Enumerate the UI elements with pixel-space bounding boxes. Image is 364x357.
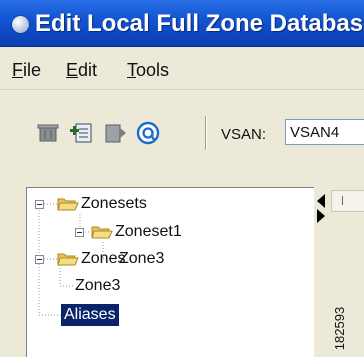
expander-zonesets[interactable] xyxy=(35,200,44,209)
tree-connector-lines xyxy=(38,203,117,316)
title-bar[interactable]: Edit Local Full Zone Database xyxy=(0,0,364,47)
column-divider xyxy=(342,196,343,205)
folder-open-icon xyxy=(91,226,113,239)
folder-open-icon xyxy=(57,198,79,211)
window-title: Edit Local Full Zone Database xyxy=(35,10,364,37)
tree-node-aliases[interactable]: Aliases xyxy=(61,304,119,326)
menu-edit[interactable]: Edit xyxy=(66,59,97,81)
vsan-label: VSAN: xyxy=(221,126,267,143)
edit-icon[interactable] xyxy=(104,121,128,145)
expand-right-icon[interactable] xyxy=(317,209,325,223)
tree-node-zoneset1[interactable]: Zoneset1 xyxy=(115,222,182,242)
toolbar: VSAN: VSAN4 xyxy=(0,90,364,168)
tree-node-zones-zone3[interactable]: Zone3 xyxy=(75,276,120,296)
expander-zones[interactable] xyxy=(35,255,44,264)
menu-file[interactable]: File xyxy=(12,59,41,81)
add-member-icon[interactable] xyxy=(69,121,93,145)
vsan-select[interactable]: VSAN4 xyxy=(285,119,364,145)
menu-tools[interactable]: Tools xyxy=(127,59,169,81)
expander-zoneset1[interactable] xyxy=(75,228,84,237)
tree-node-zonesets[interactable]: Zonesets xyxy=(81,194,147,214)
table-column-header[interactable] xyxy=(331,190,364,212)
collapse-left-icon[interactable] xyxy=(317,194,325,208)
app-globe-icon xyxy=(12,16,29,33)
tree-node-zoneset1-zone3[interactable]: Zone3 xyxy=(119,249,164,269)
edit-zone-database-window: Edit Local Full Zone Database File Edit … xyxy=(0,0,364,357)
activate-icon[interactable] xyxy=(136,121,160,145)
figure-code: 182593 xyxy=(318,302,362,354)
toolbar-separator xyxy=(205,116,206,150)
tree-node-zones[interactable]: Zones xyxy=(81,249,125,269)
zone-tree: Zonesets Zoneset1 Zone3 Zones Zone3 Alia… xyxy=(26,187,314,357)
menu-bar: File Edit Tools xyxy=(0,47,364,90)
folder-open-icon xyxy=(57,253,79,266)
delete-icon[interactable] xyxy=(37,121,61,145)
figure-code-text: 182593 xyxy=(332,306,348,350)
